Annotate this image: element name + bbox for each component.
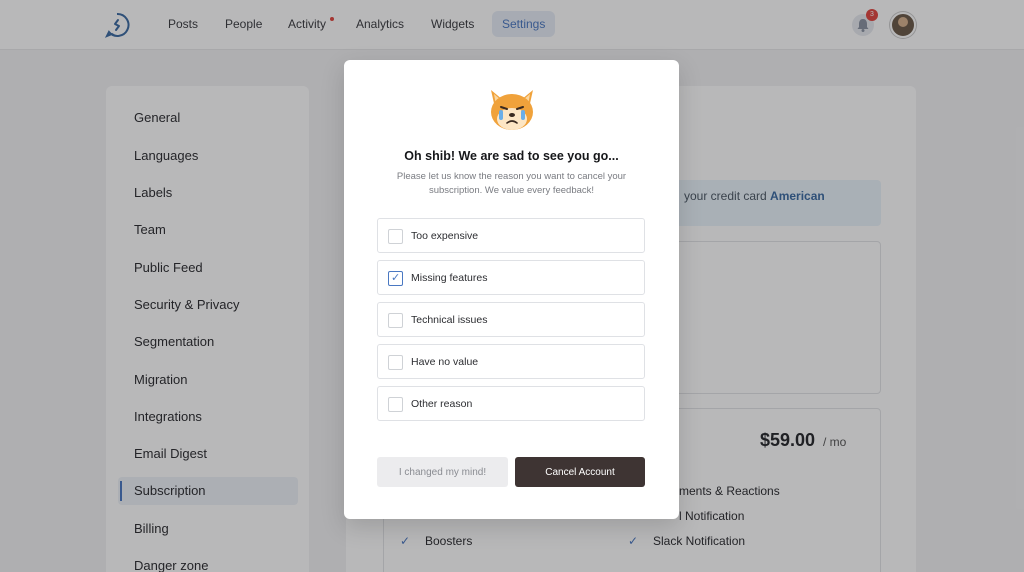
keep-subscription-button[interactable]: I changed my mind! — [377, 457, 508, 487]
reason-label: Missing features — [411, 272, 488, 284]
reason-option-too-expensive[interactable]: Too expensive — [377, 218, 645, 253]
checkbox-checked[interactable] — [388, 271, 403, 286]
reason-option-no-value[interactable]: Have no value — [377, 344, 645, 379]
reason-option-technical-issues[interactable]: Technical issues — [377, 302, 645, 337]
reason-label: Other reason — [411, 398, 473, 410]
checkbox[interactable] — [388, 397, 403, 412]
reason-option-missing-features[interactable]: Missing features — [377, 260, 645, 295]
cancel-account-button[interactable]: Cancel Account — [515, 457, 645, 487]
reason-label: Have no value — [411, 356, 479, 368]
reason-label: Technical issues — [411, 314, 488, 326]
reason-label: Too expensive — [411, 230, 479, 242]
modal-title: Oh shib! We are sad to see you go... — [404, 149, 619, 163]
checkbox[interactable] — [388, 229, 403, 244]
modal-subtitle: Please let us know the reason you want t… — [396, 171, 627, 196]
checkbox[interactable] — [388, 355, 403, 370]
cancel-subscription-modal: Oh shib! We are sad to see you go... Ple… — [344, 60, 679, 519]
sad-shiba-icon — [491, 90, 533, 130]
checkbox[interactable] — [388, 313, 403, 328]
reason-option-other[interactable]: Other reason — [377, 386, 645, 421]
